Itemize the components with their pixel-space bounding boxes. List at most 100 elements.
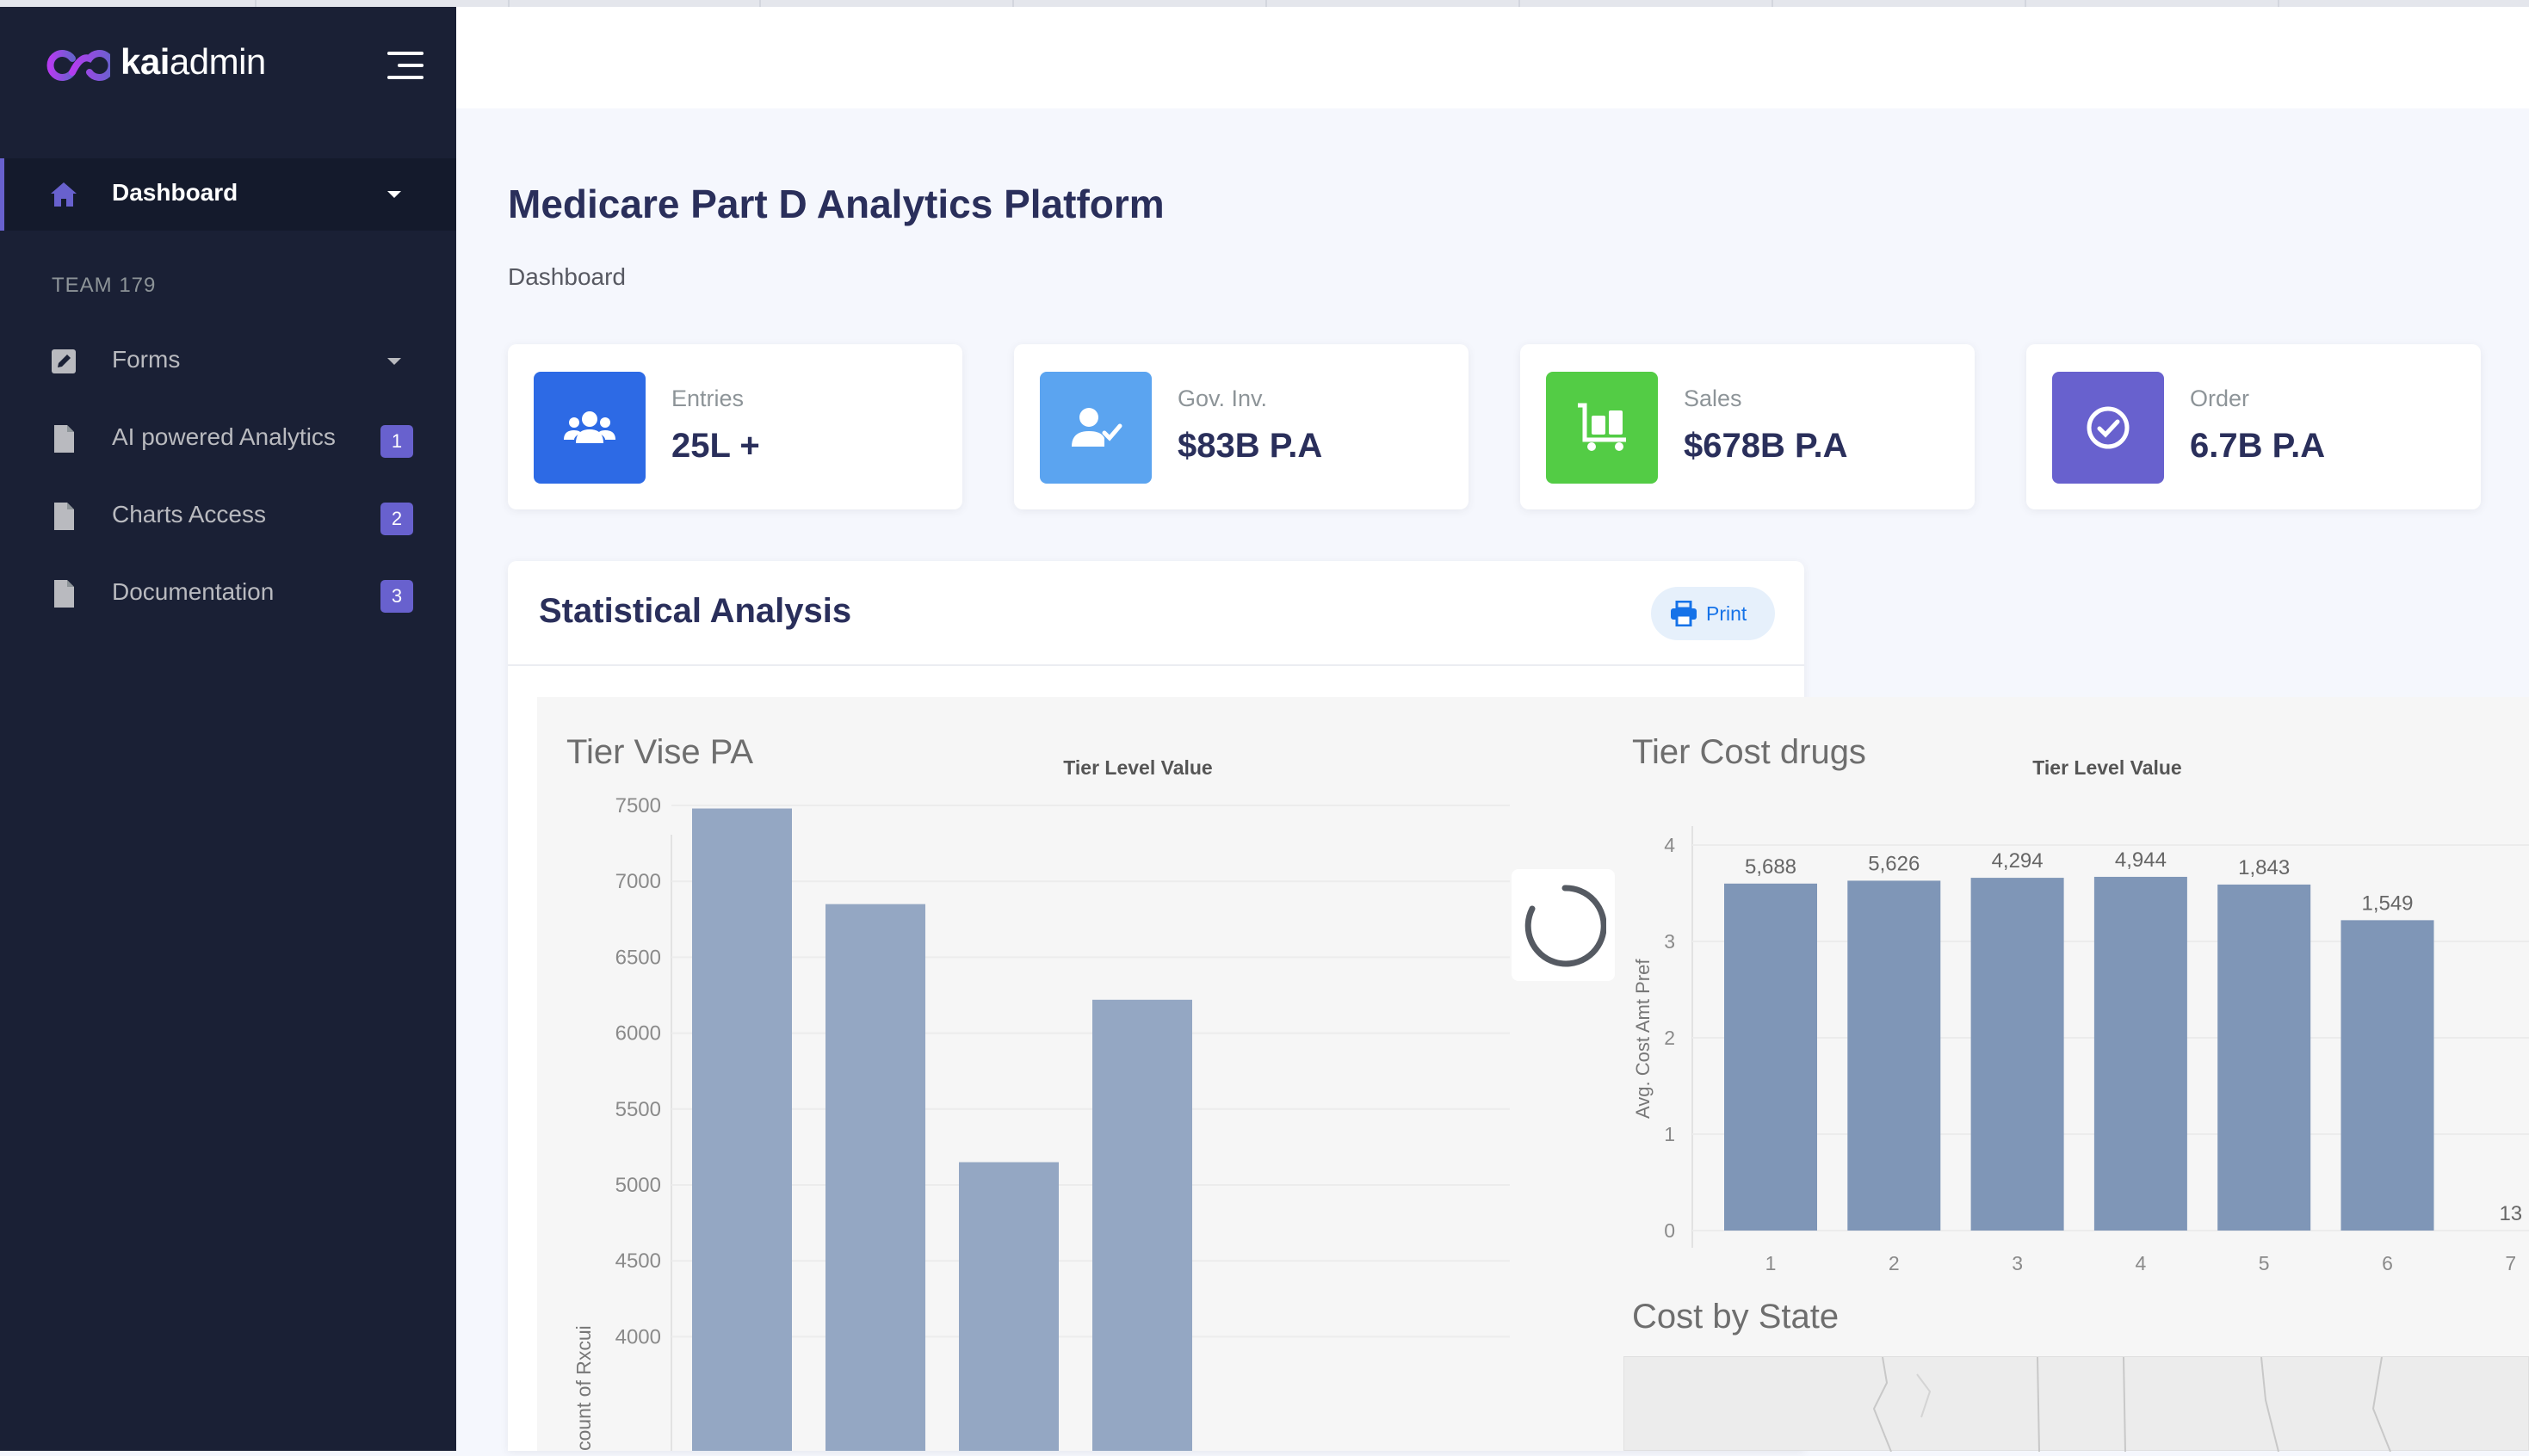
icon-box — [534, 372, 646, 484]
y-tick-label: 0 — [1664, 1219, 1675, 1242]
sidebar-item-forms[interactable]: Forms — [0, 325, 456, 398]
count-badge: 2 — [380, 503, 413, 535]
caret-down-icon — [387, 358, 401, 365]
bar — [825, 904, 925, 1451]
stat-value: 6.7B P.A — [2190, 427, 2326, 465]
data-label: 4,944 — [2115, 848, 2167, 872]
data-label: 1,549 — [2361, 891, 2413, 915]
main-header — [456, 7, 2529, 108]
file-icon — [54, 580, 74, 608]
users-icon — [564, 411, 615, 443]
cost-by-state-map[interactable] — [1623, 1356, 2529, 1453]
y-tick-label: 6500 — [615, 946, 661, 969]
stat-card-sales: Sales $678B P.A — [1520, 344, 1975, 509]
y-tick-label: 2 — [1664, 1027, 1675, 1049]
sidebar-item-label: Dashboard — [112, 179, 238, 206]
bar — [2340, 920, 2434, 1231]
icon-box — [1546, 372, 1658, 484]
x-tick-label: 1 — [1765, 1252, 1777, 1274]
y-tick-label: 6000 — [615, 1022, 661, 1046]
stat-label: Entries — [671, 386, 745, 411]
logo-header: kaiadmin — [0, 0, 456, 131]
stat-card-entries: Entries 25L + — [508, 344, 962, 509]
sidebar-item-label: Charts Access — [112, 501, 266, 527]
y-tick-label: 4000 — [615, 1325, 661, 1348]
panel-title: Statistical Analysis — [539, 592, 852, 630]
x-tick-label: 3 — [2012, 1252, 2023, 1274]
logo-icon[interactable] — [41, 46, 110, 84]
x-tick-label: 7 — [2505, 1252, 2516, 1274]
menu-toggle-icon[interactable] — [387, 52, 424, 79]
file-icon — [54, 503, 74, 530]
sidebar-section-title: TEAM 179 — [52, 274, 157, 297]
luggage-cart-icon — [1578, 403, 1626, 451]
sidebar-item-ai-analytics[interactable]: AI powered Analytics 1 — [0, 403, 456, 475]
y-tick-label: 5000 — [615, 1174, 661, 1197]
y-tick-label: 5500 — [615, 1098, 661, 1121]
sidebar-item-label: Forms — [112, 346, 181, 373]
y-tick-label: 4500 — [615, 1249, 661, 1273]
y-tick-label: 4 — [1664, 834, 1675, 856]
bar — [1724, 883, 1817, 1231]
sidebar-item-charts-access[interactable]: Charts Access 2 — [0, 480, 456, 552]
bar — [1092, 999, 1192, 1451]
y-tick-label: 3 — [1664, 930, 1675, 953]
y-tick-label: 1 — [1664, 1123, 1675, 1145]
sidebar: kaiadmin Dashboard TEAM 179 Forms AI pow… — [0, 0, 456, 1451]
data-label: 1,843 — [2238, 856, 2290, 879]
sidebar-item-dashboard[interactable]: Dashboard — [0, 158, 456, 231]
stat-value: 25L + — [671, 427, 760, 465]
print-label: Print — [1706, 602, 1747, 625]
icon-box — [2052, 372, 2164, 484]
x-tick-label: 6 — [2382, 1252, 2393, 1274]
y-axis-label: Avg. Cost Amt Pref — [1632, 959, 1654, 1119]
bar — [692, 808, 792, 1451]
sidebar-item-label: AI powered Analytics — [112, 423, 336, 450]
y-tick-label: 7000 — [615, 870, 661, 893]
data-label: 5,688 — [1745, 855, 1796, 879]
home-icon — [51, 182, 77, 207]
logo-text[interactable]: kaiadmin — [121, 41, 266, 83]
loading-spinner — [1512, 869, 1615, 981]
stat-label: Gov. Inv. — [1178, 386, 1268, 411]
pen-square-icon — [52, 349, 76, 373]
data-label: 5,626 — [1868, 852, 1920, 875]
data-label: 4,294 — [1992, 849, 2044, 873]
bar — [2093, 876, 2187, 1231]
page-title: Medicare Part D Analytics Platform — [508, 182, 1165, 226]
caret-down-icon — [387, 191, 401, 198]
tier-cost-drugs-chart[interactable]: Tier Level Value 0 1 2 3 4 5,688 1 5,626 2 4,294 3 4… — [1623, 697, 2529, 1282]
stat-card-gov-inv: Gov. Inv. $83B P.A — [1014, 344, 1469, 509]
data-label: 13 — [2499, 1202, 2522, 1225]
user-check-icon — [1072, 408, 1122, 447]
y-axis-label: count of Rxcui — [572, 1325, 595, 1451]
bar — [1847, 880, 1941, 1231]
tableau-viz[interactable]: Tier Vise PA Tier Cost drugs Cost by Sta… — [537, 697, 2529, 1453]
stat-label: Sales — [1684, 386, 1742, 411]
x-tick-label: 2 — [1889, 1252, 1900, 1274]
stat-label: Order — [2190, 386, 2250, 411]
count-badge: 1 — [380, 425, 413, 458]
breadcrumb[interactable]: Dashboard — [508, 263, 626, 291]
bar — [1970, 878, 2064, 1231]
file-icon — [54, 425, 74, 453]
y-tick-label: 7500 — [615, 794, 661, 817]
icon-box — [1040, 372, 1152, 484]
printer-icon — [1671, 601, 1697, 626]
divider — [508, 664, 1804, 666]
check-circle-icon — [2087, 406, 2130, 449]
bar — [959, 1162, 1059, 1451]
sidebar-item-label: Documentation — [112, 578, 275, 605]
spinner-icon — [1524, 885, 1606, 967]
stat-card-order: Order 6.7B P.A — [2026, 344, 2481, 509]
tier-vise-pa-chart[interactable]: Tier Level Value 4000 4500 5000 5500 6000 6500… — [537, 697, 1596, 1451]
x-tick-label: 5 — [2259, 1252, 2270, 1274]
bar — [2217, 884, 2311, 1231]
chart-title: Tier Level Value — [2032, 756, 2181, 779]
top-border — [0, 0, 2529, 7]
sidebar-item-documentation[interactable]: Documentation 3 — [0, 558, 456, 630]
print-button[interactable]: Print — [1651, 587, 1775, 640]
x-tick-label: 4 — [2136, 1252, 2147, 1274]
stat-value: $678B P.A — [1684, 427, 1848, 465]
stat-value: $83B P.A — [1178, 427, 1323, 465]
